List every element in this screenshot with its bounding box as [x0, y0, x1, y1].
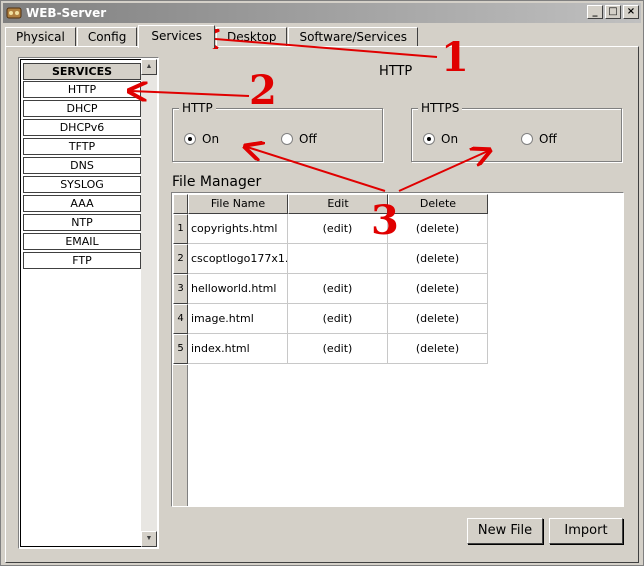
service-item-aaa[interactable]: AAA	[23, 195, 141, 212]
row-header-filler	[173, 365, 188, 506]
services-list: SERVICES HTTP DHCP DHCPv6 TFTP DNS SYSLO…	[18, 57, 159, 549]
close-button[interactable]: ×	[623, 5, 639, 19]
edit-link[interactable]: (edit)	[288, 274, 388, 304]
column-header-delete[interactable]: Delete	[388, 194, 488, 214]
https-on-option[interactable]: On	[423, 132, 458, 146]
annotation-number-2: 2	[249, 67, 277, 114]
service-item-dhcp[interactable]: DHCP	[23, 100, 141, 117]
column-header-file-name[interactable]: File Name	[188, 194, 288, 214]
service-item-dhcpv6[interactable]: DHCPv6	[23, 119, 141, 136]
row-number: 5	[173, 334, 188, 364]
services-list-frame: SERVICES HTTP DHCP DHCPv6 TFTP DNS SYSLO…	[20, 59, 142, 547]
edit-link[interactable]: (edit)	[288, 304, 388, 334]
file-name-cell[interactable]: image.html	[188, 304, 288, 334]
annotation-number-1: 1	[441, 34, 469, 81]
window-title: WEB-Server	[26, 6, 107, 20]
table-corner-header	[173, 194, 188, 214]
maximize-button[interactable]: □	[605, 5, 621, 19]
app-icon	[6, 7, 22, 19]
https-off-radio[interactable]	[521, 133, 533, 145]
new-file-button[interactable]: New File	[467, 518, 543, 544]
row-number: 4	[173, 304, 188, 334]
tab-physical[interactable]: Physical	[5, 27, 76, 47]
delete-link[interactable]: (delete)	[388, 304, 488, 334]
https-group: HTTPS On Off	[411, 101, 622, 162]
row-number: 1	[173, 214, 188, 244]
tab-config[interactable]: Config	[76, 27, 138, 47]
http-on-option[interactable]: On	[184, 132, 219, 146]
delete-link[interactable]: (delete)	[388, 214, 488, 244]
tab-desktop[interactable]: Desktop	[215, 27, 288, 47]
service-item-ntp[interactable]: NTP	[23, 214, 141, 231]
row-number: 2	[173, 244, 188, 274]
service-item-http[interactable]: HTTP	[23, 81, 141, 98]
edit-link[interactable]: (edit)	[288, 334, 388, 364]
http-group-label: HTTP	[179, 101, 216, 115]
section-title: HTTP	[379, 64, 413, 79]
web-server-window: WEB-Server _ □ × Physical Config Service…	[0, 0, 644, 566]
row-number: 3	[173, 274, 188, 304]
file-name-cell[interactable]: helloworld.html	[188, 274, 288, 304]
annotation-number-3: 3	[371, 197, 399, 244]
services-scrollbar[interactable]: ▲ ▼	[141, 59, 157, 547]
service-item-syslog[interactable]: SYSLOG	[23, 176, 141, 193]
delete-link[interactable]: (delete)	[388, 274, 488, 304]
http-off-radio[interactable]	[281, 133, 293, 145]
file-name-cell[interactable]: index.html	[188, 334, 288, 364]
title-bar[interactable]: WEB-Server _ □ ×	[3, 3, 641, 23]
http-off-option[interactable]: Off	[281, 132, 317, 146]
https-on-radio[interactable]	[423, 133, 435, 145]
file-name-cell[interactable]: cscoptlogo177x1...	[188, 244, 288, 274]
https-off-option[interactable]: Off	[521, 132, 557, 146]
tab-software-services[interactable]: Software/Services	[288, 27, 418, 47]
service-item-dns[interactable]: DNS	[23, 157, 141, 174]
import-button[interactable]: Import	[549, 518, 623, 544]
services-list-header: SERVICES	[23, 63, 141, 80]
minimize-button[interactable]: _	[587, 5, 603, 19]
tab-bar: Physical Config Services Desktop Softwar…	[5, 25, 419, 48]
https-on-label: On	[441, 132, 459, 146]
delete-link[interactable]: (delete)	[388, 244, 488, 274]
tab-services[interactable]: Services	[138, 25, 215, 48]
file-name-cell[interactable]: copyrights.html	[188, 214, 288, 244]
service-item-tftp[interactable]: TFTP	[23, 138, 141, 155]
service-item-ftp[interactable]: FTP	[23, 252, 141, 269]
delete-link[interactable]: (delete)	[388, 334, 488, 364]
http-on-radio[interactable]	[184, 133, 196, 145]
http-off-label: Off	[299, 132, 317, 146]
https-off-label: Off	[539, 132, 557, 146]
scroll-up-arrow-icon[interactable]: ▲	[141, 59, 157, 75]
http-group: HTTP On Off	[172, 101, 383, 162]
scroll-down-arrow-icon[interactable]: ▼	[141, 531, 157, 547]
service-item-email[interactable]: EMAIL	[23, 233, 141, 250]
https-group-label: HTTPS	[418, 101, 463, 115]
file-manager-label: File Manager	[172, 174, 262, 190]
edit-link[interactable]	[288, 244, 388, 274]
http-on-label: On	[202, 132, 220, 146]
